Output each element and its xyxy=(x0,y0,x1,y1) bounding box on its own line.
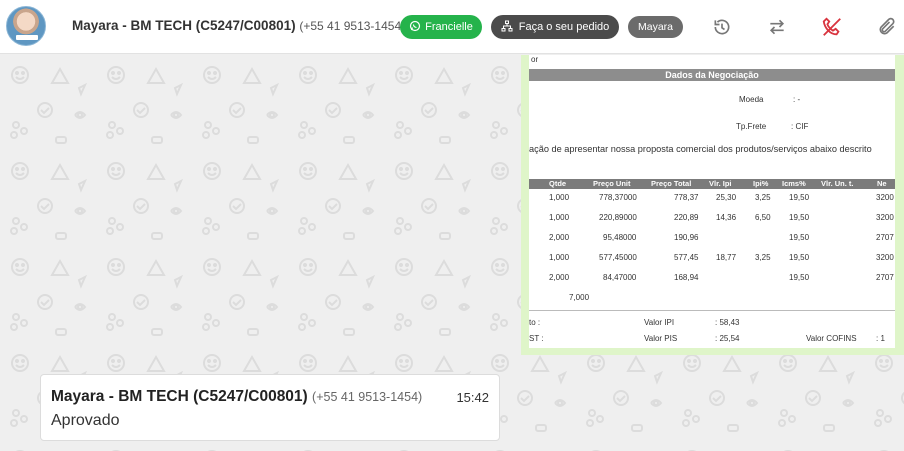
doc-cell: 25,30 xyxy=(716,193,737,202)
doc-col-ne: Ne xyxy=(877,179,887,188)
doc-cell: 14,36 xyxy=(716,213,737,222)
doc-footer-left-2: ST : xyxy=(529,334,544,343)
doc-ipi-label: Valor IPI xyxy=(644,318,675,327)
doc-cell: 95,48000 xyxy=(603,233,637,242)
doc-cell: 3200 xyxy=(876,193,894,202)
message-sender-name: Mayara - BM TECH (C5247/C00801) xyxy=(51,388,308,405)
message-sender-phone: (+55 41 9513-1454) xyxy=(312,390,423,404)
message-text: Aprovado xyxy=(51,412,120,429)
doc-cell: 2,000 xyxy=(549,273,570,282)
doc-col-preco-total: Preço Total xyxy=(651,179,692,188)
contact-name: Mayara - BM TECH (C5247/C00801) xyxy=(72,18,296,33)
history-icon[interactable] xyxy=(710,15,734,39)
sitemap-icon xyxy=(501,20,513,35)
doc-col-vlr-un: Vlr. Un. t. xyxy=(821,179,854,188)
doc-cell: 1,000 xyxy=(549,193,570,202)
agent-button-label: Francielle xyxy=(425,21,473,33)
doc-ipi-value: : 58,43 xyxy=(715,318,740,327)
doc-cell: 19,50 xyxy=(789,213,810,222)
doc-cell: 3,25 xyxy=(755,253,771,262)
doc-cell: 19,50 xyxy=(789,273,810,282)
doc-footer-left-1: to : xyxy=(529,318,541,327)
doc-frete-value: : CIF xyxy=(791,122,809,131)
doc-cell: 220,89 xyxy=(674,213,699,222)
doc-cofins-label: Valor COFINS xyxy=(806,334,857,343)
doc-cofins-value: : 1 xyxy=(876,334,885,343)
doc-cell: 778,37 xyxy=(674,193,699,202)
document-screenshot: or Dados da Negociação Moeda : - Tp.Fret… xyxy=(529,55,895,348)
order-button[interactable]: Faça o seu pedido xyxy=(491,15,619,39)
attachment-icon[interactable] xyxy=(875,15,899,39)
contact-info[interactable]: Mayara - BM TECH (C5247/C00801) (+55 41 … xyxy=(72,18,405,33)
chat-header: Mayara - BM TECH (C5247/C00801) (+55 41 … xyxy=(0,0,904,54)
doc-moeda-value: : - xyxy=(793,95,801,104)
message-sender: Mayara - BM TECH (C5247/C00801) (+55 41 … xyxy=(51,388,422,406)
doc-divider xyxy=(529,310,895,311)
doc-cell: 3200 xyxy=(876,213,894,222)
contact-phone: (+55 41 9513-1454) xyxy=(299,19,406,33)
order-button-label: Faça o seu pedido xyxy=(518,21,610,33)
doc-cell: 3,25 xyxy=(755,193,771,202)
doc-cell: 18,77 xyxy=(716,253,737,262)
doc-pis-value: : 25,54 xyxy=(715,334,740,343)
doc-col-vlr-ipi: Vlr. Ipi xyxy=(709,179,732,188)
doc-cell: 190,96 xyxy=(674,233,699,242)
message-time: 15:42 xyxy=(456,390,489,405)
doc-cell: 6,50 xyxy=(755,213,771,222)
agent-button[interactable]: Francielle xyxy=(400,15,482,39)
message-bubble[interactable]: Mayara - BM TECH (C5247/C00801) (+55 41 … xyxy=(40,374,500,441)
doc-col-ipi-pct: Ipi% xyxy=(753,179,769,188)
doc-cell: 1,000 xyxy=(549,213,570,222)
doc-cell: 168,94 xyxy=(674,273,699,282)
doc-cell: 3200 xyxy=(876,253,894,262)
doc-top-fragment: or xyxy=(531,55,539,64)
doc-pis-label: Valor PIS xyxy=(644,334,678,343)
doc-cell: 19,50 xyxy=(789,193,810,202)
doc-col-preco-unit: Preço Unit xyxy=(593,179,631,188)
avatar-logo xyxy=(16,35,38,40)
end-call-icon[interactable] xyxy=(820,15,844,39)
doc-section-title: Dados da Negociação xyxy=(529,69,895,81)
doc-cell: 84,47000 xyxy=(603,273,637,282)
doc-total-qty: 7,000 xyxy=(569,293,590,302)
doc-cell: 778,37000 xyxy=(599,193,637,202)
transfer-icon[interactable] xyxy=(765,15,789,39)
doc-intro: ação de apresentar nossa proposta comerc… xyxy=(529,144,872,154)
contact-avatar[interactable] xyxy=(6,6,46,46)
doc-cell: 577,45 xyxy=(674,253,699,262)
doc-cell: 2707 xyxy=(876,273,894,282)
doc-frete-label: Tp.Frete xyxy=(736,122,767,131)
doc-cell: 19,50 xyxy=(789,253,810,262)
doc-cell: 220,89000 xyxy=(599,213,637,222)
doc-cell: 2707 xyxy=(876,233,894,242)
doc-moeda-label: Moeda xyxy=(739,95,764,104)
doc-cell: 19,50 xyxy=(789,233,810,242)
doc-cell: 2,000 xyxy=(549,233,570,242)
assigned-user-badge: Mayara xyxy=(628,16,683,38)
doc-col-icms-pct: Icms% xyxy=(782,179,806,188)
doc-cell: 577,45000 xyxy=(599,253,637,262)
doc-col-qtde: Qtde xyxy=(549,179,567,188)
doc-cell: 1,000 xyxy=(549,253,570,262)
whatsapp-icon xyxy=(409,20,421,35)
image-message[interactable]: or Dados da Negociação Moeda : - Tp.Fret… xyxy=(521,55,904,355)
